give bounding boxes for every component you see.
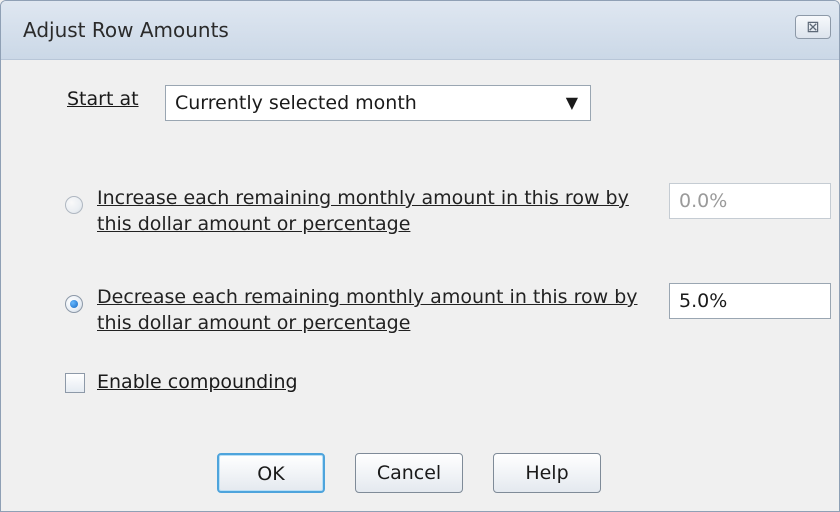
increase-radio[interactable] — [65, 196, 83, 214]
increase-option-line2: this dollar amount or percentage — [97, 213, 411, 235]
decrease-option-label: Decrease each remaining monthly amount i… — [97, 284, 638, 336]
decrease-option-line2: this dollar amount or percentage — [97, 312, 411, 334]
enable-compounding-checkbox[interactable] — [65, 373, 85, 393]
start-at-label: Start at — [67, 88, 139, 110]
dialog-title: Adjust Row Amounts — [23, 18, 229, 42]
increase-option-label: Increase each remaining monthly amount i… — [97, 185, 629, 237]
start-at-text: Start at — [67, 88, 139, 110]
adjust-row-amounts-dialog: Adjust Row Amounts ⊠ Start at Currently … — [0, 0, 840, 512]
cancel-button[interactable]: Cancel — [355, 453, 463, 493]
increase-amount-input[interactable]: 0.0% — [669, 183, 831, 219]
close-icon[interactable]: ⊠ — [795, 15, 831, 39]
enable-compounding-label: Enable compounding — [97, 371, 298, 393]
start-at-selected-value: Currently selected month — [175, 92, 417, 114]
decrease-radio[interactable] — [65, 295, 83, 313]
title-bar: Adjust Row Amounts ⊠ — [1, 1, 839, 60]
decrease-amount-input[interactable]: 5.0% — [669, 283, 831, 319]
ok-button[interactable]: OK — [217, 453, 325, 493]
decrease-option-line1: Decrease each remaining monthly amount i… — [97, 286, 638, 308]
chevron-down-icon[interactable]: ▼ — [566, 93, 578, 112]
start-at-dropdown[interactable]: Currently selected month ▼ — [165, 85, 591, 121]
enable-compounding-text: Enable compounding — [97, 371, 298, 393]
increase-option-line1: Increase each remaining monthly amount i… — [97, 187, 629, 209]
help-button[interactable]: Help — [493, 453, 601, 493]
